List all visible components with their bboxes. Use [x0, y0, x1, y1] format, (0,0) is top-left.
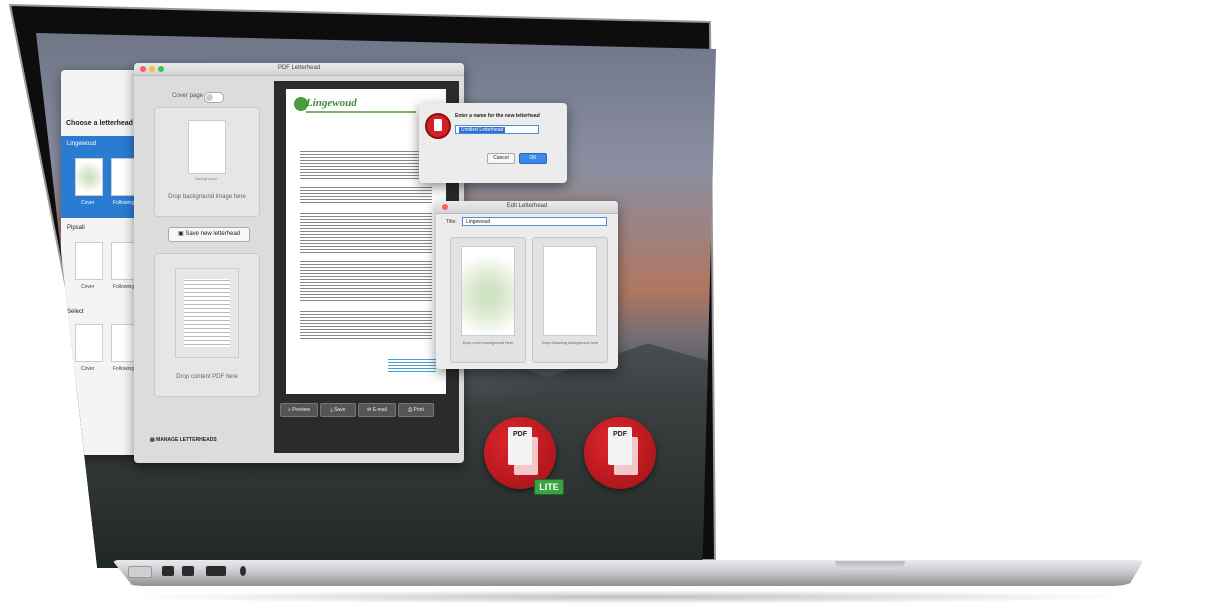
cover-thumbnail — [75, 242, 103, 280]
body-paragraph — [300, 151, 432, 181]
drop-content-text: Drop content PDF here — [176, 374, 238, 380]
pdf-letterhead-app-icon: PDF — [584, 417, 656, 489]
icon-label: PDF — [613, 431, 627, 438]
body-paragraph — [300, 311, 432, 341]
pdf-letterhead-lite-app-icon: PDF LITE — [484, 417, 564, 495]
edit-letterhead-window: Edit Letterhead Title: Lingewoud Drop co… — [436, 201, 618, 369]
background-thumbnail — [188, 120, 226, 174]
following-label: Following — [113, 200, 135, 206]
titlebar: Edit Letterhead — [436, 201, 618, 214]
pdf-letterhead-window: PDF Letterhead Cover page Background Dro… — [134, 63, 464, 463]
thunderbolt-port — [162, 566, 174, 576]
laptop-shadow — [120, 590, 1140, 604]
magsafe-port — [128, 566, 152, 578]
save-new-letterhead-button[interactable]: ▣ Save new letterhead — [168, 227, 250, 242]
cancel-button[interactable]: Cancel — [487, 153, 515, 164]
usb-port — [206, 566, 226, 576]
background-caption: Background — [195, 176, 217, 181]
footer-contact — [388, 359, 436, 373]
preview-button[interactable]: ⌕ Preview — [280, 403, 318, 417]
cover-page-toggle[interactable] — [204, 92, 224, 103]
cover-preview — [461, 246, 515, 336]
letterhead-name: Pipsali — [67, 225, 85, 231]
window-title: Edit Letterhead — [506, 203, 548, 209]
preview-toolbar: ⌕ Preview ⤓ Save ✉ E-mail ⎙ Print — [280, 403, 455, 417]
title-input[interactable]: Lingewoud — [462, 217, 607, 226]
cover-label: Cover — [81, 284, 95, 290]
drop-background-text: Drop background image here — [168, 194, 246, 200]
ok-button[interactable]: OK — [519, 153, 547, 164]
preview-label: Preview — [292, 407, 310, 413]
print-label: Print — [413, 407, 424, 413]
letterhead-name: Lingewoud — [67, 141, 97, 147]
dialog-prompt: Enter a name for the new letterhead — [455, 113, 540, 119]
following-preview — [543, 246, 597, 336]
lid-opening-notch — [835, 561, 905, 569]
email-label: E-mail — [372, 407, 387, 413]
cover-drop-zone[interactable]: Drop cover background here — [450, 237, 526, 363]
body-paragraph — [300, 213, 432, 255]
letterhead-name: Select — [67, 309, 84, 315]
window-title: PDF Letterhead — [277, 65, 321, 71]
cover-label: Cover — [81, 366, 95, 372]
cover-page-label: Cover page — [172, 93, 204, 99]
save-button[interactable]: ⤓ Save — [320, 403, 356, 417]
following-drop-zone[interactable]: Drop following background here — [532, 237, 608, 363]
background-drop-zone[interactable]: Background Drop background image here — [154, 107, 260, 217]
laptop-base — [112, 560, 1144, 586]
content-drop-zone[interactable]: Drop content PDF here — [154, 253, 260, 397]
screen: Choose a letterhead Lingewoud ✎ Cover Fo… — [36, 33, 716, 568]
manage-label: MANAGE LETTERHEADS — [156, 437, 217, 443]
save-new-label: Save new letterhead — [185, 231, 241, 237]
email-button[interactable]: ✉ E-mail — [358, 403, 396, 417]
cover-thumbnail — [75, 158, 103, 196]
chooser-title: Choose a letterhead — [66, 120, 133, 127]
drop-following-text: Drop following background here — [541, 340, 599, 345]
content-thumbnail — [175, 268, 239, 358]
tagline-bar — [306, 111, 416, 113]
letterhead-name-input[interactable]: Untitled Letterhead — [455, 125, 539, 134]
drop-cover-text: Drop cover background here — [462, 340, 514, 345]
body-paragraph — [300, 187, 432, 205]
headphone-port — [240, 566, 246, 576]
company-name: Lingewoud — [306, 97, 357, 109]
titlebar: PDF Letterhead — [134, 63, 464, 76]
pdf-app-icon — [425, 113, 451, 139]
body-paragraph — [300, 261, 432, 303]
following-label: Following — [113, 284, 135, 290]
print-button[interactable]: ⎙ Print — [398, 403, 434, 417]
cover-label: Cover — [81, 200, 95, 206]
lite-badge: LITE — [534, 479, 564, 495]
input-value: Untitled Letterhead — [459, 127, 506, 133]
following-label: Following — [113, 366, 135, 372]
letterhead-panel: Cover page Background Drop background im… — [142, 85, 270, 445]
manage-letterheads-link[interactable]: ▤ MANAGE LETTERHEADS — [150, 437, 217, 443]
thunderbolt-port — [182, 566, 194, 576]
title-label: Title: — [446, 219, 457, 225]
icon-label: PDF — [513, 431, 527, 438]
save-label: Save — [334, 407, 346, 413]
cover-thumbnail — [75, 324, 103, 362]
new-letterhead-dialog: Enter a name for the new letterhead Unti… — [419, 103, 567, 183]
